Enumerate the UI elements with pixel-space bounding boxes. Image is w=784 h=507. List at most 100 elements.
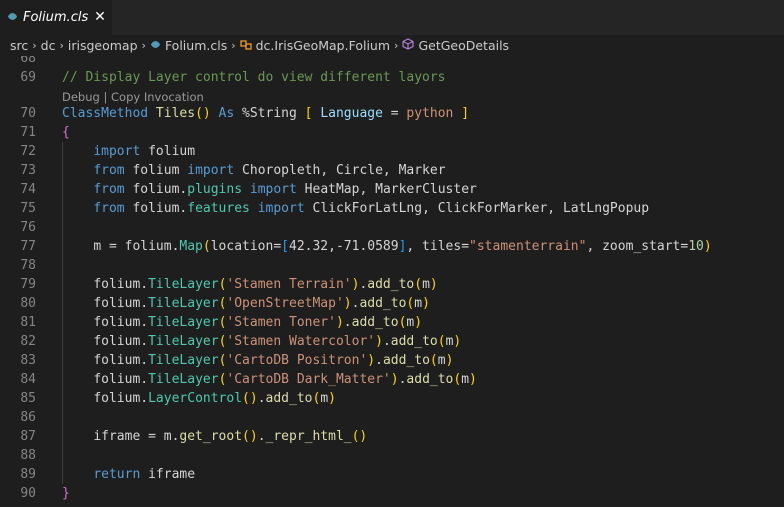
code-token: python <box>406 106 454 121</box>
code-token: ) <box>343 296 352 311</box>
code-line[interactable]: 78 <box>0 256 784 275</box>
code-line[interactable]: 82 folium.TileLayer ('Stamen Watercolor')… <box>0 332 784 351</box>
code-token: LayerControl <box>148 391 243 406</box>
line-number: 74 <box>20 182 36 197</box>
class-icon <box>239 39 252 53</box>
code-token: add_to <box>359 296 407 311</box>
code-token: ] <box>461 106 470 121</box>
breadcrumb-item-method[interactable]: GetGeoDetails <box>418 38 509 53</box>
code-token: HeatMap, MarkerCluster <box>304 182 477 197</box>
line-number: 81 <box>20 315 36 330</box>
code-token: = <box>382 106 407 121</box>
code-token: folium. <box>93 315 149 330</box>
breadcrumb-item-file[interactable]: Folium.cls <box>165 38 227 53</box>
code-line[interactable]: 74 from folium.plugins import HeatMap, M… <box>0 180 784 199</box>
code-line[interactable]: 83 folium.TileLayer ('CartoDB Positron').… <box>0 351 784 370</box>
line-number: 84 <box>20 372 36 387</box>
code-token: ( <box>414 277 423 292</box>
code-token: folium. <box>93 296 149 311</box>
code-token: "stamenterrain" <box>469 239 587 254</box>
breadcrumb-item-src[interactable]: src <box>10 38 28 53</box>
code-line[interactable]: 80 folium.TileLayer('OpenStreetMap').add… <box>0 294 784 313</box>
code-line[interactable]: 85 folium.LayerControl().add_to(m) <box>0 389 784 408</box>
line-number: 85 <box>20 391 36 406</box>
code-token: import <box>187 163 235 178</box>
code-line[interactable]: 73 from folium import Choropleth, Circle… <box>0 161 784 180</box>
breadcrumb-item-irisgeomap[interactable]: irisgeomap <box>68 38 138 53</box>
tab-folium-cls[interactable]: Folium.cls ✕ <box>0 0 112 35</box>
code-line[interactable]: 89 return iframe <box>0 465 784 484</box>
code-token: import <box>93 144 141 159</box>
code-token: ( <box>437 334 446 349</box>
code-text: folium.TileLayer('CartoDB Dark_Matter').… <box>62 370 477 389</box>
code-token: from <box>93 182 125 197</box>
code-token: ClickForLatLng, ClickForMarker, LatLngPo… <box>312 201 650 216</box>
code-token: plugins <box>187 182 243 197</box>
codelens-debug-link[interactable]: Debug <box>62 90 100 104</box>
code-token: get_root <box>179 429 243 444</box>
code-token: _repr_html_ <box>265 429 352 444</box>
code-line[interactable]: 88 <box>0 446 784 465</box>
line-number: 75 <box>20 201 36 216</box>
code-text: import folium <box>62 142 195 161</box>
code-token: 42.32,-71.0589 <box>289 239 399 254</box>
code-token: from <box>93 201 125 216</box>
code-token: , tiles= <box>406 239 470 254</box>
code-line[interactable]: 86 <box>0 408 784 427</box>
code-token: 'CartoDB Dark_Matter' <box>226 372 391 387</box>
code-token: 'OpenStreetMap' <box>226 296 344 311</box>
code-token: 10 <box>688 239 704 254</box>
code-line[interactable]: 87 iframe = m.get_root()._repr_html_() <box>0 427 784 446</box>
line-number: 68 <box>20 56 36 66</box>
code-line[interactable]: 75 from folium.features import ClickForL… <box>0 199 784 218</box>
code-token: folium <box>132 163 180 178</box>
line-number: 89 <box>20 467 36 482</box>
python-file-icon <box>7 11 18 24</box>
code-line[interactable]: 90} <box>0 484 784 503</box>
code-token: // Display Layer control do view differe… <box>62 70 446 85</box>
code-token: Tiles <box>155 106 196 121</box>
breadcrumb-item-class[interactable]: dc.IrisGeoMap.Folium <box>256 38 390 53</box>
line-number: 80 <box>20 296 36 311</box>
code-line[interactable]: 81 folium.TileLayer('Stamen Toner').add_… <box>0 313 784 332</box>
code-editor[interactable]: Debug | Copy Invocation 68 69 // Display L… <box>0 56 784 507</box>
code-token: ( <box>429 353 438 368</box>
code-token: folium. <box>93 277 149 292</box>
code-token: Map <box>179 239 203 254</box>
code-token: m = folium. <box>93 239 180 254</box>
line-number: 69 <box>20 70 36 85</box>
code-token: m <box>414 296 423 311</box>
code-token: add_to <box>390 334 438 349</box>
line-number: 88 <box>20 448 36 463</box>
chevron-right-icon: › <box>141 39 146 52</box>
code-line[interactable]: 79 folium.TileLayer('Stamen Terrain').ad… <box>0 275 784 294</box>
code-text: } <box>62 484 70 503</box>
code-token: , zoom_start= <box>586 239 689 254</box>
code-line[interactable]: 72 import folium <box>0 142 784 161</box>
code-line[interactable]: 70 ClassMethod Tiles() As %String [ Langu… <box>0 104 784 123</box>
close-icon[interactable]: ✕ <box>92 8 108 26</box>
code-token: from <box>93 163 125 178</box>
code-line[interactable]: 76 <box>0 218 784 237</box>
code-line[interactable]: 71 { <box>0 123 784 142</box>
code-line[interactable]: 77 m = folium.Map(location=[42.32,-71.05… <box>0 237 784 256</box>
code-line[interactable]: 68 <box>0 56 784 68</box>
code-line[interactable]: 84 folium.TileLayer('CartoDB Dark_Matter… <box>0 370 784 389</box>
codelens-copy-invocation-link[interactable]: Copy Invocation <box>111 90 204 104</box>
breadcrumb-item-dc[interactable]: dc <box>41 38 56 53</box>
code-line[interactable]: 69 // Display Layer control do view diffe… <box>0 68 784 87</box>
line-number: 78 <box>20 258 36 273</box>
line-number: 72 <box>20 144 36 159</box>
line-number: 70 <box>20 106 36 121</box>
